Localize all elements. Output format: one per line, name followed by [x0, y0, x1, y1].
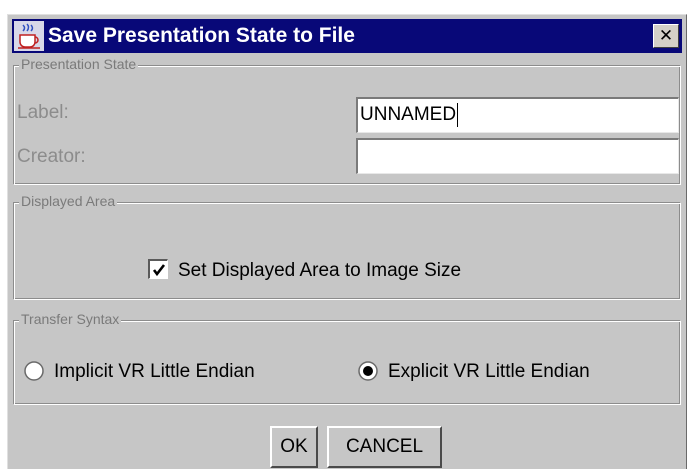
close-icon: ✕ — [658, 26, 674, 45]
java-coffee-cup-icon — [14, 21, 44, 51]
save-presentation-state-dialog: Save Presentation State to File ✕ Presen… — [7, 14, 687, 469]
title-bar[interactable]: Save Presentation State to File ✕ — [12, 19, 682, 53]
transfer-syntax-group-title: Transfer Syntax — [19, 310, 122, 328]
label-input-value: UNNAMED — [360, 104, 457, 125]
ok-button[interactable]: OK — [270, 426, 318, 468]
explicit-vr-label: Explicit VR Little Endian — [388, 361, 590, 382]
implicit-vr-label: Implicit VR Little Endian — [54, 361, 255, 382]
close-button[interactable]: ✕ — [653, 24, 679, 48]
implicit-vr-radio[interactable] — [24, 361, 44, 381]
radio-selected-dot-icon — [363, 366, 373, 376]
set-displayed-area-checkbox[interactable] — [148, 259, 168, 279]
label-caption: Label: — [17, 102, 69, 123]
implicit-vr-option[interactable]: Implicit VR Little Endian — [24, 361, 255, 383]
displayed-area-group-title: Displayed Area — [19, 192, 118, 210]
presentation-state-group-title: Presentation State — [19, 55, 139, 73]
dialog-title: Save Presentation State to File — [48, 24, 355, 47]
label-input[interactable]: UNNAMED — [356, 97, 679, 133]
transfer-syntax-group: Transfer Syntax — [13, 310, 681, 405]
explicit-vr-radio[interactable] — [358, 361, 378, 381]
cancel-button[interactable]: CANCEL — [327, 426, 442, 468]
set-displayed-area-checkbox-row[interactable]: Set Displayed Area to Image Size — [148, 259, 461, 282]
creator-input[interactable] — [356, 138, 679, 174]
explicit-vr-option[interactable]: Explicit VR Little Endian — [358, 361, 590, 383]
creator-caption: Creator: — [17, 146, 86, 167]
displayed-area-group: Displayed Area — [13, 192, 681, 300]
checkmark-icon — [152, 264, 166, 277]
set-displayed-area-label: Set Displayed Area to Image Size — [178, 260, 462, 281]
text-caret — [457, 102, 459, 127]
